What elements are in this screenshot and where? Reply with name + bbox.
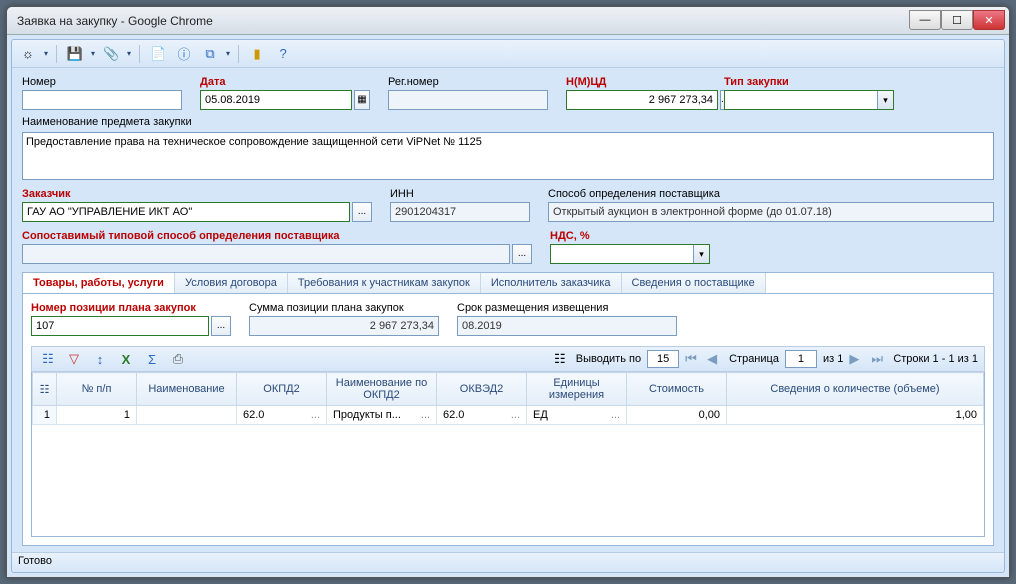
customer-input[interactable] bbox=[22, 202, 350, 222]
nmcd-input[interactable] bbox=[566, 90, 718, 110]
cell-okpd2name[interactable]: Продукты п...... bbox=[327, 406, 437, 425]
cell-npp[interactable]: 1 bbox=[57, 406, 137, 425]
inn-input bbox=[390, 202, 530, 222]
nds-select[interactable] bbox=[550, 244, 710, 264]
col-npp[interactable]: № п/п bbox=[57, 373, 137, 406]
cell-picker-icon[interactable]: ... bbox=[611, 409, 620, 421]
regnum-input bbox=[388, 90, 548, 110]
table-row[interactable]: 1 1 62.0... Продукты п...... 62.0... ЕД.… bbox=[33, 406, 984, 425]
info-icon[interactable]: ⓘ bbox=[174, 44, 194, 64]
col-selector[interactable]: ☷ bbox=[33, 373, 57, 406]
app-window: Заявка на закупку - Google Chrome — ☐ ✕ … bbox=[6, 6, 1010, 578]
help-icon[interactable]: ? bbox=[273, 44, 293, 64]
cell-qty[interactable]: 1,00 bbox=[727, 406, 984, 425]
db-icon[interactable]: ▮ bbox=[247, 44, 267, 64]
window-title: Заявка на закупку - Google Chrome bbox=[17, 14, 909, 28]
save-icon[interactable]: 💾 bbox=[65, 44, 85, 64]
col-name[interactable]: Наименование bbox=[137, 373, 237, 406]
date-picker-icon[interactable]: ▦ bbox=[354, 90, 370, 110]
grid-collapse-icon[interactable]: ☷ bbox=[550, 349, 570, 369]
grid-sort-icon[interactable]: ↕ bbox=[90, 349, 110, 369]
plan-sum-input bbox=[249, 316, 439, 336]
comparable-picker-icon[interactable]: ... bbox=[512, 244, 532, 264]
first-page-icon[interactable]: ⏮ bbox=[685, 351, 701, 367]
customer-label: Заказчик bbox=[22, 188, 372, 200]
close-button[interactable]: ✕ bbox=[973, 10, 1005, 30]
supplier-method-label: Способ определения поставщика bbox=[548, 188, 994, 200]
new-icon[interactable]: ☼ bbox=[18, 44, 38, 64]
col-unit[interactable]: Единицы измерения bbox=[527, 373, 627, 406]
col-okved2[interactable]: ОКВЭД2 bbox=[437, 373, 527, 406]
grid-excel-icon[interactable]: X bbox=[116, 349, 136, 369]
inn-label: ИНН bbox=[390, 188, 530, 200]
supplier-method-input bbox=[548, 202, 994, 222]
rows-label: Строки 1 - 1 из 1 bbox=[893, 353, 978, 365]
nds-label: НДС, % bbox=[550, 230, 710, 242]
page-label: Страница bbox=[729, 353, 779, 365]
tab-strip: Товары, работы, услуги Условия договора … bbox=[22, 272, 994, 293]
type-select[interactable] bbox=[724, 90, 894, 110]
cell-name[interactable] bbox=[137, 406, 237, 425]
tab-terms[interactable]: Условия договора bbox=[175, 273, 288, 293]
number-input[interactable] bbox=[22, 90, 182, 110]
cell-picker-icon[interactable]: ... bbox=[311, 409, 320, 421]
grid-print-icon[interactable]: ⎙ bbox=[168, 349, 188, 369]
cell-rownum: 1 bbox=[33, 406, 57, 425]
col-okpd2[interactable]: ОКПД2 bbox=[237, 373, 327, 406]
cell-unit[interactable]: ЕД... bbox=[527, 406, 627, 425]
grid-toolbar: ☷ ▽ ↕ X Σ ⎙ ☷ Выводить по ⏮ ◀ Страница и… bbox=[31, 346, 985, 372]
attach-icon[interactable]: 📎 bbox=[101, 44, 121, 64]
page-number-input[interactable] bbox=[785, 350, 817, 368]
comparable-label: Сопоставимый типовой способ определения … bbox=[22, 230, 532, 242]
plan-deadline-label: Срок размещения извещения bbox=[457, 302, 677, 314]
chevron-down-icon[interactable]: ▾ bbox=[693, 245, 709, 263]
date-label: Дата bbox=[200, 76, 370, 88]
tab-supplier-info[interactable]: Сведения о поставщике bbox=[622, 273, 766, 293]
maximize-button[interactable]: ☐ bbox=[941, 10, 973, 30]
prev-page-icon[interactable]: ◀ bbox=[707, 351, 723, 367]
subject-input[interactable] bbox=[22, 132, 994, 180]
of-label: из 1 bbox=[823, 353, 843, 365]
cell-picker-icon[interactable]: ... bbox=[511, 409, 520, 421]
plan-pos-label: Номер позиции плана закупок bbox=[31, 302, 231, 314]
plan-deadline-input bbox=[457, 316, 677, 336]
plan-pos-picker-icon[interactable]: ... bbox=[211, 316, 231, 336]
status-bar: Готово bbox=[12, 552, 1004, 572]
chevron-down-icon[interactable]: ▾ bbox=[877, 91, 893, 109]
cell-okved2[interactable]: 62.0... bbox=[437, 406, 527, 425]
last-page-icon[interactable]: ⏭ bbox=[871, 351, 887, 367]
titlebar: Заявка на закупку - Google Chrome — ☐ ✕ bbox=[7, 7, 1009, 35]
type-label: Тип закупки bbox=[724, 76, 894, 88]
plan-pos-input[interactable] bbox=[31, 316, 209, 336]
show-label: Выводить по bbox=[576, 353, 641, 365]
number-label: Номер bbox=[22, 76, 182, 88]
cell-picker-icon[interactable]: ... bbox=[421, 409, 430, 421]
customer-picker-icon[interactable]: ... bbox=[352, 202, 372, 222]
comparable-input[interactable] bbox=[22, 244, 510, 264]
regnum-label: Рег.номер bbox=[388, 76, 548, 88]
book-icon[interactable]: ⧉ bbox=[200, 44, 220, 64]
col-okpd2name[interactable]: Наименование по ОКПД2 bbox=[327, 373, 437, 406]
page-size-input[interactable] bbox=[647, 350, 679, 368]
cell-cost[interactable]: 0,00 bbox=[627, 406, 727, 425]
col-cost[interactable]: Стоимость bbox=[627, 373, 727, 406]
grid-filter-icon[interactable]: ▽ bbox=[64, 349, 84, 369]
grid-sum-icon[interactable]: Σ bbox=[142, 349, 162, 369]
grid-tree-icon[interactable]: ☷ bbox=[38, 349, 58, 369]
next-page-icon[interactable]: ▶ bbox=[849, 351, 865, 367]
date-input[interactable] bbox=[200, 90, 352, 110]
tab-requirements[interactable]: Требования к участникам закупок bbox=[288, 273, 481, 293]
main-toolbar: ☼▾ 💾▾ 📎▾ 📄 ⓘ ⧉▾ ▮ ? bbox=[12, 40, 1004, 68]
tab-executor[interactable]: Исполнитель заказчика bbox=[481, 273, 622, 293]
col-qty[interactable]: Сведения о количестве (объеме) bbox=[727, 373, 984, 406]
tab-goods[interactable]: Товары, работы, услуги bbox=[23, 273, 175, 294]
subject-label: Наименование предмета закупки bbox=[22, 116, 994, 128]
doc-icon[interactable]: 📄 bbox=[148, 44, 168, 64]
minimize-button[interactable]: — bbox=[909, 10, 941, 30]
cell-okpd2[interactable]: 62.0... bbox=[237, 406, 327, 425]
nmcd-label: Н(М)ЦД bbox=[566, 76, 706, 88]
items-grid: ☷ № п/п Наименование ОКПД2 Наименование … bbox=[31, 372, 985, 537]
plan-sum-label: Сумма позиции плана закупок bbox=[249, 302, 439, 314]
